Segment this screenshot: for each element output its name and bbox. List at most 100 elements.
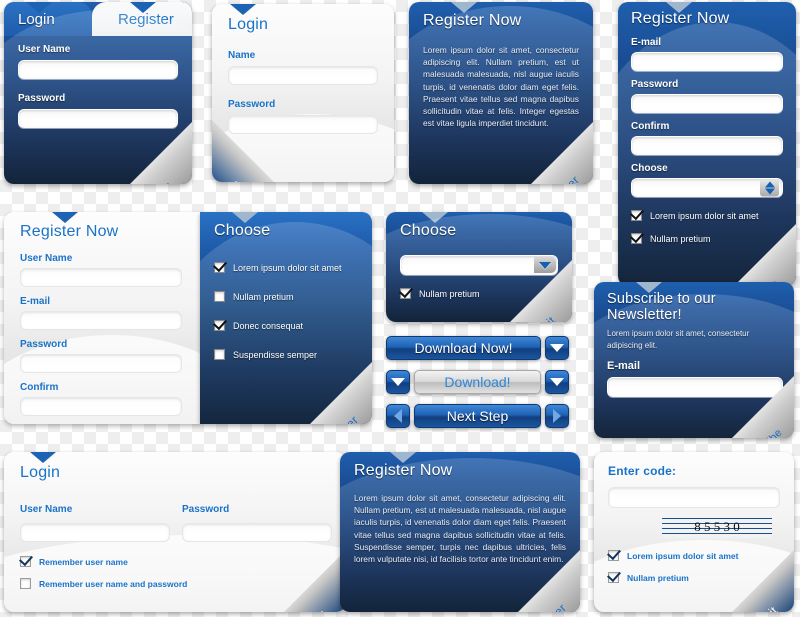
- curl-action-label: Login: [130, 164, 190, 184]
- name-label: Name: [228, 50, 256, 61]
- email-label: E-mail: [607, 360, 641, 373]
- email-field[interactable]: [608, 379, 782, 398]
- checkbox-label: Remember user name: [39, 556, 128, 567]
- card-title: Register Now: [20, 223, 119, 240]
- curl-action-label: Submit: [732, 592, 792, 612]
- card-register-choose-combo: Register Now User Name E-mail Password C…: [4, 212, 372, 424]
- checkbox-option-3[interactable]: [214, 349, 225, 360]
- card-title: Login: [20, 464, 61, 481]
- login-form: User Name Password: [18, 44, 178, 129]
- code-field[interactable]: [609, 489, 779, 508]
- card-title: Register Now: [354, 462, 453, 479]
- password-input[interactable]: [182, 523, 332, 543]
- curl-action-label: Submit: [510, 302, 570, 322]
- email-input[interactable]: [20, 311, 182, 331]
- next-step-label: Next Step: [446, 408, 509, 424]
- checkbox-row[interactable]: Suspendisse semper: [214, 349, 360, 360]
- chevron-left-icon[interactable]: [386, 404, 410, 428]
- checkbox-option-1[interactable]: [214, 291, 225, 302]
- card-title: Choose: [400, 222, 457, 239]
- password-input[interactable]: [228, 115, 378, 135]
- checkbox-remember-user[interactable]: [20, 556, 31, 567]
- choose-submit-curl[interactable]: Register: [310, 362, 372, 424]
- password-input[interactable]: [631, 94, 783, 114]
- password-input[interactable]: [20, 354, 182, 374]
- chevron-down-icon[interactable]: [545, 336, 569, 360]
- checkbox-row[interactable]: Lorem ipsum dolor sit amet: [608, 550, 780, 561]
- checkbox-option-2[interactable]: [214, 320, 225, 331]
- card-login-light: Login Name Password Login: [212, 4, 394, 182]
- confirm-field[interactable]: [632, 139, 782, 156]
- email-label: E-mail: [631, 37, 662, 48]
- login-submit-curl[interactable]: Login: [130, 122, 192, 184]
- confirm-field[interactable]: [21, 400, 181, 417]
- checkbox-row[interactable]: Remember user name: [20, 556, 332, 567]
- choose-select[interactable]: [400, 255, 558, 276]
- register-submit-curl[interactable]: Register: [531, 122, 593, 184]
- password-label: Password: [20, 339, 68, 350]
- checkbox-row[interactable]: Nullam pretium: [214, 291, 360, 302]
- download-button[interactable]: Download!: [414, 370, 541, 394]
- email-input[interactable]: [607, 377, 783, 398]
- email-field[interactable]: [21, 314, 181, 331]
- checkbox-label: Lorem ipsum dolor sit amet: [233, 262, 342, 273]
- chevron-right-icon[interactable]: [545, 404, 569, 428]
- checkbox-row[interactable]: Nullam pretium: [631, 233, 783, 244]
- username-input[interactable]: [20, 523, 170, 543]
- password-field[interactable]: [632, 97, 782, 114]
- checkbox-row[interactable]: Lorem ipsum dolor sit amet: [214, 262, 360, 273]
- checkbox-nullam[interactable]: [631, 233, 642, 244]
- checkbox-option-0[interactable]: [214, 262, 225, 273]
- checkbox-label: Nullam pretium: [650, 233, 711, 244]
- download-now-button[interactable]: Download Now!: [386, 336, 541, 360]
- password-label: Password: [631, 79, 679, 90]
- password-label: Password: [182, 504, 230, 515]
- card-register-text-top: Register Now Lorem ipsum dolor sit amet,…: [409, 2, 593, 184]
- email-input[interactable]: [631, 52, 783, 72]
- checkbox-nullam[interactable]: [400, 288, 411, 299]
- checkbox-nullam[interactable]: [608, 572, 619, 583]
- username-input[interactable]: [20, 268, 182, 288]
- checkbox-remember-both[interactable]: [20, 578, 31, 589]
- checkbox-row[interactable]: Lorem ipsum dolor sit amet: [631, 210, 783, 221]
- panel-register-light: Register Now User Name E-mail Password C…: [4, 212, 200, 424]
- next-step-button[interactable]: Next Step: [414, 404, 541, 428]
- password-field[interactable]: [229, 118, 377, 135]
- chevron-down-icon[interactable]: [386, 370, 410, 394]
- notch-marker: [30, 452, 56, 463]
- choose-select[interactable]: [631, 178, 783, 198]
- username-input[interactable]: [18, 60, 178, 80]
- curl-action-label: Login: [284, 592, 344, 612]
- curl-action-label: Register: [531, 164, 591, 184]
- card-title: Choose: [214, 222, 271, 239]
- checkbox-lorem[interactable]: [608, 550, 619, 561]
- checkbox-lorem[interactable]: [631, 210, 642, 221]
- checkbox-row[interactable]: Nullam pretium: [608, 572, 780, 583]
- chevron-down-icon[interactable]: [534, 257, 556, 273]
- stepper-updown-icon[interactable]: [760, 179, 779, 196]
- tab-login[interactable]: Login: [4, 2, 92, 36]
- name-input[interactable]: [228, 66, 378, 86]
- name-field[interactable]: [229, 69, 377, 86]
- checkbox-row[interactable]: Remember user name and password: [20, 578, 332, 589]
- checkbox-row[interactable]: Donec consequat: [214, 320, 360, 331]
- captcha-image: 8 5 5 3 0: [662, 516, 772, 538]
- confirm-label: Confirm: [20, 382, 59, 393]
- confirm-input[interactable]: [631, 136, 783, 156]
- username-field[interactable]: [21, 526, 169, 543]
- username-field[interactable]: [19, 63, 177, 80]
- confirm-label: Confirm: [631, 121, 670, 132]
- card-newsletter: Subscribe to our Newsletter! Lorem ipsum…: [594, 282, 794, 438]
- password-input[interactable]: [18, 109, 178, 129]
- email-field[interactable]: [632, 55, 782, 72]
- curl-action-label: Register: [518, 592, 578, 612]
- checkbox-row[interactable]: Nullam pretium: [400, 288, 558, 299]
- chevron-down-icon[interactable]: [545, 370, 569, 394]
- password-field[interactable]: [21, 357, 181, 374]
- username-label: User Name: [18, 44, 71, 55]
- code-input[interactable]: [608, 487, 780, 508]
- password-field[interactable]: [183, 526, 331, 543]
- confirm-input[interactable]: [20, 397, 182, 417]
- username-field[interactable]: [21, 271, 181, 288]
- password-field[interactable]: [19, 112, 177, 129]
